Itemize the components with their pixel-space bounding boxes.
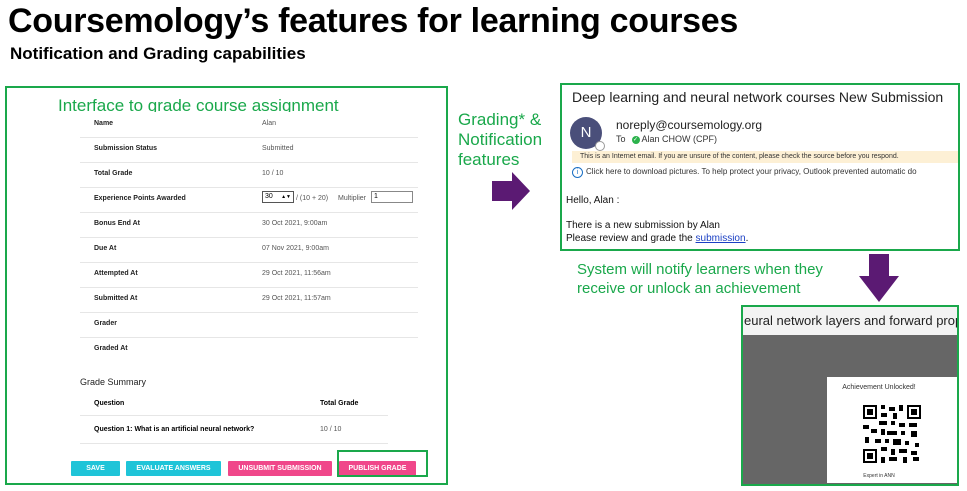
email-screenshot-frame: Deep learning and neural network courses…: [560, 83, 960, 251]
multiplier-label: Multiplier: [338, 195, 367, 202]
field-label: Bonus End At: [94, 220, 141, 227]
down-arrow-icon: [859, 254, 899, 302]
grading-form: Name Alan Submission Status Submitted To…: [80, 112, 418, 482]
field-value: 07 Nov 2021, 9:00am: [262, 245, 329, 252]
unsubmit-submission-button[interactable]: UNSUBMIT SUBMISSION: [228, 461, 332, 476]
email-subject: Deep learning and neural network courses…: [572, 89, 944, 105]
email-body-text: .: [745, 233, 749, 244]
grade-cell: 10 / 10: [320, 426, 342, 433]
stepper-icon[interactable]: ▲▼: [281, 192, 291, 202]
field-label: Total Grade: [94, 170, 133, 177]
download-pictures-notice[interactable]: i Click here to download pictures. To hel…: [572, 167, 917, 178]
grade-summary-title: Grade Summary: [80, 377, 147, 387]
notify-caption-line: receive or unlock an achievement: [577, 280, 801, 297]
xp-input[interactable]: 30 ▲▼: [262, 191, 294, 203]
field-row-submission-status: Submission Status Submitted: [80, 137, 418, 163]
question-cell: Question 1: What is an artificial neural…: [94, 426, 255, 433]
field-row-bonus-end: Bonus End At 30 Oct 2021, 9:00am: [80, 212, 418, 238]
field-row-submitted-at: Submitted At 29 Oct 2021, 11:57am: [80, 287, 418, 313]
column-header-total: Total Grade: [320, 400, 359, 407]
external-email-warning: This is an Internet email. If you are un…: [572, 151, 958, 163]
achievement-card[interactable]: Achievement Unlocked! Expert in ANN: [827, 377, 957, 483]
column-header-question: Question: [94, 400, 125, 407]
field-label: Due At: [94, 245, 117, 252]
email-to-line: To ✓ Alan CHOW (CPF): [616, 134, 717, 144]
field-label: Attempted At: [94, 270, 138, 277]
save-button[interactable]: SAVE: [71, 461, 120, 476]
submission-link[interactable]: submission: [696, 233, 746, 244]
field-value: 30 Oct 2021, 9:00am: [262, 220, 328, 227]
features-caption-line: Grading* &: [458, 110, 542, 129]
info-icon: i: [572, 167, 583, 178]
slide-title: Coursemology’s features for learning cou…: [8, 2, 738, 40]
field-row-name: Name Alan: [80, 112, 418, 138]
grade-summary-header: Question Total Grade: [80, 391, 388, 416]
field-label: Grader: [94, 320, 117, 327]
features-caption-line: features: [458, 150, 520, 169]
table-row: Question 1: What is an artificial neural…: [80, 415, 388, 444]
multiplier-input[interactable]: 1: [371, 191, 413, 203]
field-label: Name: [94, 120, 114, 127]
email-body-text: Please review and grade the: [566, 233, 696, 244]
slide-subtitle: Notification and Grading capabilities: [10, 44, 306, 63]
field-label: Submission Status: [94, 145, 158, 152]
email-recipient[interactable]: Alan CHOW (CPF): [642, 134, 718, 144]
achievement-screenshot-frame: eural network layers and forward propaga…: [741, 305, 959, 486]
right-arrow-icon: [492, 172, 530, 210]
field-label: Submitted At: [94, 295, 138, 302]
email-greeting: Hello, Alan :: [566, 195, 620, 206]
check-icon: ✓: [631, 135, 640, 144]
download-pictures-text[interactable]: Click here to download pictures. To help…: [586, 167, 917, 176]
publish-highlight-box: [337, 450, 428, 477]
email-sender[interactable]: noreply@coursemology.org: [616, 118, 762, 132]
field-value: 29 Oct 2021, 11:57am: [262, 295, 331, 302]
field-label: Experience Points Awarded: [94, 195, 186, 202]
field-value: 10 / 10: [262, 170, 284, 177]
field-row-total-grade: Total Grade 10 / 10: [80, 162, 418, 188]
field-row-grader: Grader: [80, 312, 418, 338]
features-caption: Grading* & Notification features: [458, 110, 542, 170]
field-label: Graded At: [94, 345, 128, 352]
email-body-line: Please review and grade the submission.: [566, 233, 748, 244]
field-value: Alan: [262, 120, 277, 127]
to-label: To: [616, 134, 626, 144]
field-row-experience-points: Experience Points Awarded 30 ▲▼ / (10 + …: [80, 187, 418, 213]
video-title: eural network layers and forward propaga: [743, 307, 957, 335]
field-row-attempted-at: Attempted At 29 Oct 2021, 11:56am: [80, 262, 418, 288]
status-dot-icon: [595, 141, 605, 151]
notify-caption: System will notify learners when they re…: [577, 260, 823, 298]
field-value: Submitted: [262, 145, 294, 152]
qr-code-icon: [863, 405, 921, 463]
field-row-due-at: Due At 07 Nov 2021, 9:00am: [80, 237, 418, 263]
xp-input-value: 30: [265, 193, 273, 200]
field-value: 29 Oct 2021, 11:56am: [262, 270, 331, 277]
achievement-card-footer: Expert in ANN: [863, 473, 895, 479]
xp-formula: / (10 + 20): [296, 195, 329, 202]
field-row-graded-at: Graded At: [80, 337, 418, 362]
email-body-line: There is a new submission by Alan: [566, 220, 720, 231]
evaluate-answers-button[interactable]: EVALUATE ANSWERS: [126, 461, 221, 476]
features-caption-line: Notification: [458, 130, 543, 149]
achievement-card-title: Achievement Unlocked!: [842, 384, 916, 391]
notify-caption-line: System will notify learners when they: [577, 261, 823, 278]
